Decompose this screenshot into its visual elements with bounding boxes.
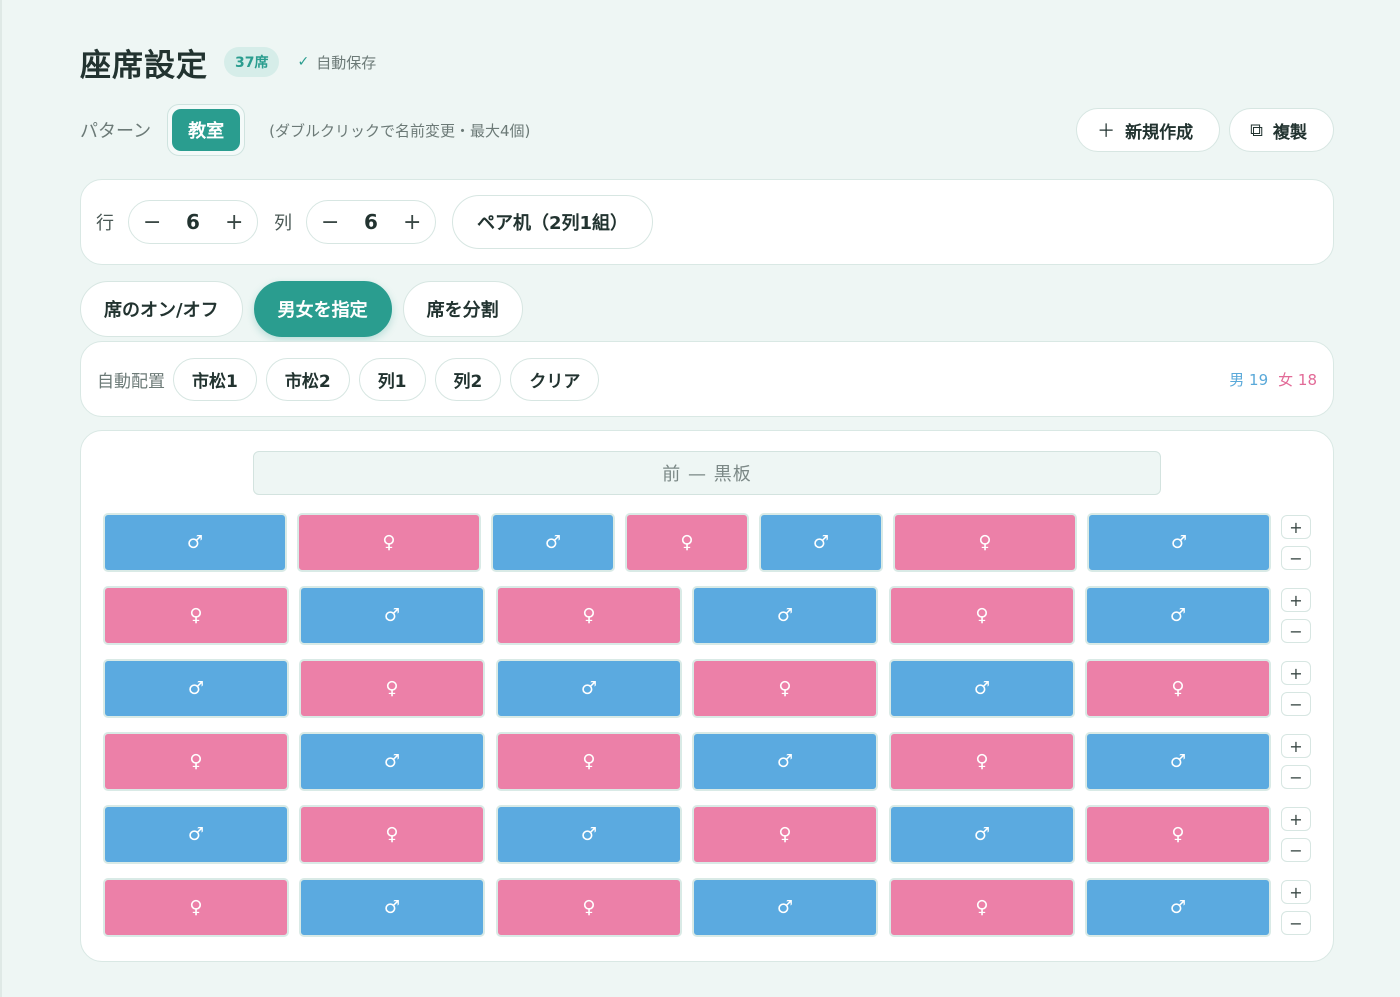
pattern-tab-classroom[interactable]: 教室 (172, 109, 241, 151)
row-remove-seat-button[interactable]: − (1281, 546, 1311, 570)
row-add-seat-button[interactable]: + (1281, 807, 1311, 831)
rows-increment-button[interactable]: + (225, 210, 243, 235)
female-seat[interactable]: ♀ (889, 878, 1075, 937)
female-seat[interactable]: ♀ (893, 513, 1077, 572)
autosave-status: ✓ 自動保存 (297, 52, 376, 73)
female-seat[interactable]: ♀ (299, 659, 485, 718)
male-seat[interactable]: ♂ (496, 805, 682, 864)
male-seat[interactable]: ♂ (299, 878, 485, 937)
tab-gender-assign[interactable]: 男女を指定 (253, 281, 392, 337)
female-seat[interactable]: ♀ (103, 732, 289, 791)
page-title: 座席設定 (80, 47, 208, 84)
pair-desk-toggle[interactable]: ペア机（2列1組） (452, 195, 654, 249)
gender-counts: 男 19 女 18 (1229, 369, 1317, 390)
row-remove-seat-button[interactable]: − (1281, 838, 1311, 862)
female-seat[interactable]: ♀ (692, 659, 878, 718)
row-remove-seat-button[interactable]: − (1281, 692, 1311, 716)
rows-value: 6 (186, 210, 200, 234)
copy-icon: ⧉ (1250, 119, 1263, 141)
tab-seat-split[interactable]: 席を分割 (402, 281, 523, 337)
row-add-seat-button[interactable]: + (1281, 588, 1311, 612)
cols-increment-button[interactable]: + (403, 210, 421, 235)
female-seat[interactable]: ♀ (1085, 805, 1271, 864)
clear-button[interactable]: クリア (510, 357, 600, 401)
male-seat[interactable]: ♂ (759, 513, 883, 572)
seat-grid-card: 前 — 黒板 ♂ ♀ ♂ ♀ ♂ ♀ ♂ + − ♀ ♂ ♀ ♂ ♀ ♂ + − ♂ ♀ ♂ ♀ ♂ ♀ + − ♀ ♂ ♀ ♂ ♀ ♂ + −… (80, 430, 1334, 962)
cols-value: 6 (364, 210, 378, 234)
female-seat[interactable]: ♀ (496, 586, 682, 645)
male-seat[interactable]: ♂ (889, 659, 1075, 718)
cols-decrement-button[interactable]: − (321, 210, 339, 235)
new-pattern-label: 新規作成 (1125, 122, 1194, 143)
male-seat[interactable]: ♂ (1085, 586, 1271, 645)
tab-seat-toggle[interactable]: 席のオン/オフ (80, 281, 243, 337)
pattern-hint: (ダブルクリックで名前変更・最大4個) (269, 121, 531, 140)
male-seat[interactable]: ♂ (1085, 878, 1271, 937)
copy-pattern-label: 複製 (1273, 122, 1307, 143)
female-seat[interactable]: ♀ (496, 878, 682, 937)
row-remove-seat-button[interactable]: − (1281, 911, 1311, 935)
plus-icon: ＋ (1097, 121, 1116, 142)
front-blackboard: 前 — 黒板 (253, 451, 1161, 495)
pattern-bar: パターン 教室 (ダブルクリックで名前変更・最大4個) ＋ 新規作成 ⧉ 複製 (80, 104, 1334, 156)
check-icon: ✓ (297, 54, 310, 70)
male-seat[interactable]: ♂ (103, 513, 287, 572)
pattern-label: パターン (80, 121, 152, 142)
female-seat[interactable]: ♀ (103, 878, 289, 937)
female-count: 女 18 (1278, 370, 1317, 389)
rows-stepper: − 6 + (128, 200, 258, 244)
seat-count-badge: 37席 (224, 47, 280, 77)
female-seat[interactable]: ♀ (625, 513, 749, 572)
row-add-seat-button[interactable]: + (1281, 661, 1311, 685)
male-seat[interactable]: ♂ (299, 732, 485, 791)
male-seat[interactable]: ♂ (1087, 513, 1271, 572)
male-count: 男 19 (1229, 370, 1269, 389)
rows-decrement-button[interactable]: − (143, 210, 161, 235)
row-remove-seat-button[interactable]: − (1281, 765, 1311, 789)
mode-tabs: 席のオン/オフ 男女を指定 席を分割 (80, 281, 523, 337)
rows-label: 行 (96, 213, 114, 234)
cols-label: 列 (274, 213, 292, 234)
male-seat[interactable]: ♂ (692, 732, 878, 791)
pattern-tabs: 教室 (167, 104, 246, 156)
male-seat[interactable]: ♂ (496, 659, 682, 718)
copy-pattern-button[interactable]: ⧉ 複製 (1229, 108, 1334, 152)
female-seat[interactable]: ♀ (889, 586, 1075, 645)
auto-place-card: 自動配置 市松1 市松2 列1 列2 クリア 男 19 女 18 (80, 341, 1334, 417)
male-seat[interactable]: ♂ (692, 878, 878, 937)
female-seat[interactable]: ♀ (889, 732, 1075, 791)
male-seat[interactable]: ♂ (491, 513, 615, 572)
column1-button[interactable]: 列1 (358, 357, 426, 401)
female-seat[interactable]: ♀ (496, 732, 682, 791)
male-seat[interactable]: ♂ (299, 586, 485, 645)
column2-button[interactable]: 列2 (434, 357, 502, 401)
row-add-seat-button[interactable]: + (1281, 734, 1311, 758)
female-seat[interactable]: ♀ (299, 805, 485, 864)
male-seat[interactable]: ♂ (1085, 732, 1271, 791)
checker1-button[interactable]: 市松1 (173, 357, 257, 401)
auto-place-label: 自動配置 (97, 371, 165, 392)
female-seat[interactable]: ♀ (1085, 659, 1271, 718)
row-add-seat-button[interactable]: + (1281, 515, 1311, 539)
page-edge (0, 0, 2, 997)
female-seat[interactable]: ♀ (692, 805, 878, 864)
cols-stepper: − 6 + (306, 200, 436, 244)
auto-place-buttons: 市松1 市松2 列1 列2 クリア (173, 357, 600, 401)
row-remove-seat-button[interactable]: − (1281, 619, 1311, 643)
row-add-seat-button[interactable]: + (1281, 880, 1311, 904)
female-seat[interactable]: ♀ (103, 586, 289, 645)
autosave-label: 自動保存 (316, 53, 377, 72)
page-header: 座席設定 37席 ✓ 自動保存 (80, 40, 376, 84)
female-seat[interactable]: ♀ (297, 513, 481, 572)
grid-size-card: 行 − 6 + 列 − 6 + ペア机（2列1組） (80, 179, 1334, 265)
male-seat[interactable]: ♂ (889, 805, 1075, 864)
male-seat[interactable]: ♂ (103, 659, 289, 718)
male-seat[interactable]: ♂ (103, 805, 289, 864)
checker2-button[interactable]: 市松2 (265, 357, 350, 401)
male-seat[interactable]: ♂ (692, 586, 878, 645)
new-pattern-button[interactable]: ＋ 新規作成 (1076, 108, 1221, 152)
pattern-actions: ＋ 新規作成 ⧉ 複製 (1076, 108, 1334, 152)
